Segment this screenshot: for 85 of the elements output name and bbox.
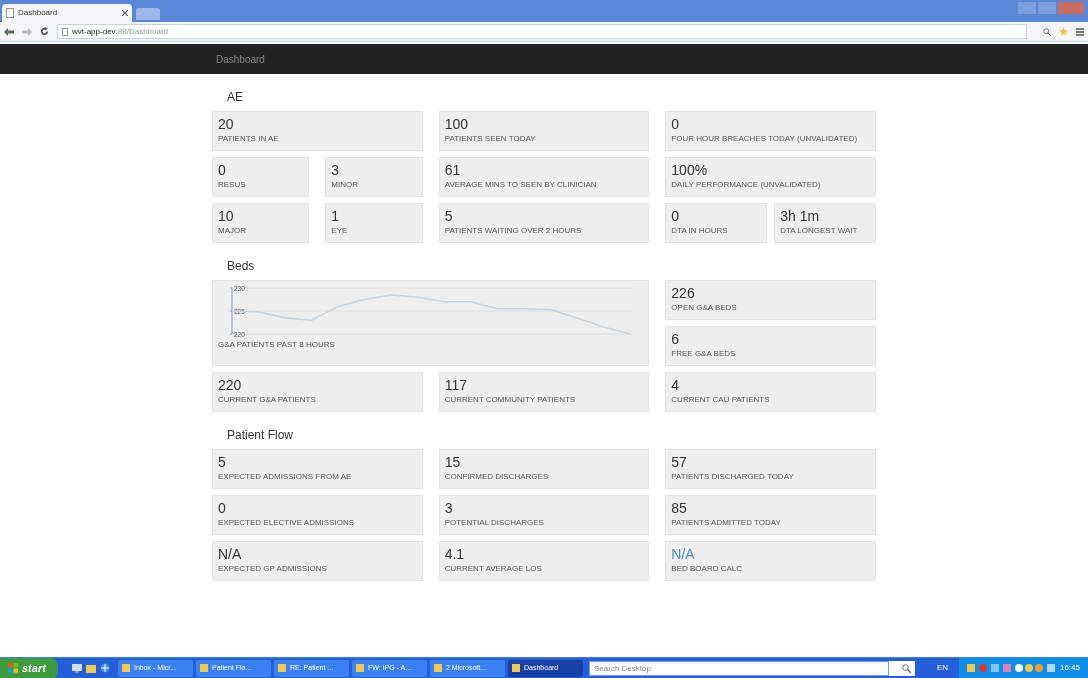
- stat-label: PATIENTS SEEN TODAY: [444, 134, 537, 143]
- url-text: wvt-app-dev:88/Dashboard: [72, 25, 169, 38]
- stat-value: 85: [671, 500, 688, 516]
- stat-value: 0: [218, 500, 227, 516]
- stat-value: 100: [444, 116, 469, 132]
- stat-label: AVERAGE MINS TO SEEN BY CLINICIAN: [444, 180, 598, 189]
- window-icon: [434, 664, 442, 672]
- stat-value: 5: [444, 208, 454, 224]
- stat-value: 100%: [671, 162, 709, 178]
- stat-value: 0: [671, 208, 681, 224]
- stat-label: OPEN G&A BEDS: [671, 303, 738, 312]
- close-icon[interactable]: [122, 10, 128, 16]
- section-heading: Beds: [227, 258, 256, 275]
- stat-label: DTA LONGEST WAIT: [780, 226, 859, 235]
- stat-value: 20: [218, 116, 235, 132]
- stat-label: MINOR: [331, 180, 359, 189]
- stat-value: N/A: [218, 546, 243, 562]
- stat-value: 5: [218, 454, 227, 470]
- stat-label: DAILY PERFORMANCE (UNVALIDATED): [671, 180, 822, 189]
- window-icon: [278, 664, 286, 672]
- stat-value: 4.1: [444, 546, 466, 562]
- stat-value: 3: [331, 162, 341, 178]
- value-link[interactable]: N/A: [671, 546, 870, 562]
- stat-label: POTENTIAL DISCHARGES: [444, 518, 545, 527]
- stat-value: 226: [671, 285, 696, 301]
- stat-value: 61: [444, 162, 462, 178]
- window-icon: [122, 664, 130, 672]
- stat-label: EXPECTED ADMISSIONS FROM AE: [218, 472, 353, 481]
- menu-icon[interactable]: [1076, 27, 1084, 36]
- stat-label: PATIENTS ADMITTED TODAY: [671, 518, 782, 527]
- stat-value: 3h 1m: [780, 208, 821, 224]
- star-icon[interactable]: [1059, 27, 1068, 36]
- stat-label: CURRENT COMMUNITY PATIENTS: [444, 395, 577, 404]
- window-icon: [356, 664, 364, 672]
- stat-label: BED BOARD CALC: [671, 564, 743, 573]
- stat-label: PATIENTS IN AE: [218, 134, 280, 143]
- start-button[interactable]: start: [0, 657, 58, 678]
- stat-label: DTA IN HOURS: [671, 226, 729, 235]
- back-icon[interactable]: [4, 27, 14, 36]
- zoom-icon[interactable]: [1043, 27, 1051, 36]
- stat-value: 6: [671, 331, 681, 347]
- stat-label: EXPECTED GP ADMISSIONS: [218, 564, 328, 573]
- search-field[interactable]: Search Desktop: [589, 660, 889, 676]
- stat-label: MAJOR: [218, 226, 247, 235]
- section-heading: Patient Flow: [227, 427, 295, 444]
- language-indicator[interactable]: EN: [937, 662, 949, 674]
- stat-label: FOUR HOUR BREACHES TODAY (UNVALIDATED): [671, 134, 859, 143]
- browser-tab[interactable]: Dashboard: [2, 4, 132, 22]
- section-heading: AE: [227, 89, 244, 106]
- stat-value: 10: [218, 208, 235, 224]
- stat-value: 15: [444, 454, 462, 470]
- desktop-icon[interactable]: [72, 663, 82, 673]
- stat-label: CURRENT CAU PATIENTS: [671, 395, 771, 404]
- page-icon: [62, 27, 68, 36]
- navbar-brand[interactable]: Dashboard: [216, 51, 265, 67]
- stat-label: EYE: [331, 226, 349, 235]
- windows-flag-icon: [8, 663, 18, 673]
- stat-value: 0: [218, 162, 227, 178]
- tab-title: Dashboard: [18, 7, 59, 19]
- stat-label: CURRENT AVERAGE LOS: [444, 564, 543, 573]
- window-icon: [512, 664, 520, 672]
- page-icon: [6, 8, 14, 18]
- stat-value: 3: [444, 500, 454, 516]
- stat-value: 220: [218, 377, 243, 393]
- y-axis: [229, 287, 233, 335]
- stat-label: FREE G&A BEDS: [671, 349, 737, 358]
- search-icon[interactable]: [902, 663, 911, 673]
- window-icon: [200, 664, 208, 672]
- address-bar[interactable]: wvt-app-dev:88/Dashboard: [57, 24, 1027, 39]
- clock: 16:45: [1059, 662, 1080, 674]
- stat-label: CURRENT G&A PATIENTS: [218, 395, 317, 404]
- stat-label: CONFIRMED DISCHARGES: [444, 472, 550, 481]
- stat-value: 57: [671, 454, 688, 470]
- folder-icon[interactable]: [86, 663, 96, 673]
- stat-value: 1: [331, 208, 341, 224]
- stat-value: 4: [671, 377, 681, 393]
- stat-value: 117: [444, 377, 468, 393]
- stat-label: PATIENTS DISCHARGED TODAY: [671, 472, 795, 481]
- globe-icon[interactable]: [100, 663, 110, 673]
- stat-label: RESUS: [218, 180, 247, 189]
- stat-label: EXPECTED ELECTIVE ADMISSIONS: [218, 518, 356, 527]
- reload-icon[interactable]: [40, 27, 49, 36]
- stat-value: 0: [671, 116, 681, 132]
- chart-label: G&A PATIENTS PAST 8 HOURS: [218, 340, 336, 349]
- stat-label: PATIENTS WAITING OVER 2 HOURS: [444, 226, 583, 235]
